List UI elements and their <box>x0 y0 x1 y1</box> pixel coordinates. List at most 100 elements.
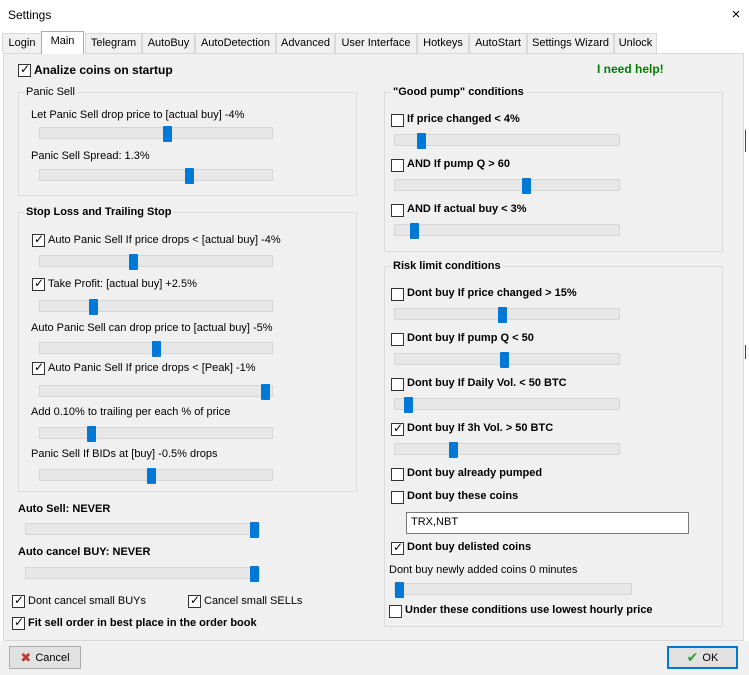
tab-main[interactable]: Main <box>41 31 84 54</box>
take-profit-checkbox[interactable]: ✓ <box>32 276 45 291</box>
checkmark-icon: ✓ <box>14 615 25 629</box>
gp-pump-q-slider[interactable] <box>394 178 620 194</box>
tab-telegram[interactable]: Telegram <box>85 33 142 53</box>
checkmark-icon: ✓ <box>393 421 404 435</box>
bids-slider[interactable] <box>39 468 273 484</box>
tab-hotkeys[interactable]: Hotkeys <box>417 33 469 53</box>
rl-3h-vol-slider[interactable] <box>394 442 620 458</box>
panic-spread-label: Panic Sell Spread: 1.3% <box>31 150 150 162</box>
auto-cancel-slider[interactable] <box>25 566 260 582</box>
title-bar: Settings × <box>0 0 749 31</box>
slider-thumb[interactable] <box>500 352 509 368</box>
slider-thumb[interactable] <box>410 223 419 239</box>
slider-thumb[interactable] <box>87 426 96 442</box>
slider-thumb[interactable] <box>498 307 507 323</box>
rl-3h-vol-label: Dont buy If 3h Vol. > 50 BTC <box>407 422 554 434</box>
rl-already-pumped-checkbox[interactable] <box>391 468 404 481</box>
rl-daily-vol-checkbox[interactable] <box>391 378 404 391</box>
gp-price-changed-label: If price changed < 4% <box>407 113 520 125</box>
rl-new-coins-slider[interactable] <box>394 582 632 598</box>
tab-autodetection[interactable]: AutoDetection <box>195 33 276 53</box>
peak-label: Auto Panic Sell If price drops < [Peak] … <box>48 362 256 374</box>
can-drop-slider[interactable] <box>39 341 273 357</box>
slider-thumb[interactable] <box>163 126 172 142</box>
auto-sell-label: Auto Sell: NEVER <box>18 503 111 515</box>
panic-drop-label: Let Panic Sell drop price to [actual buy… <box>31 109 245 121</box>
help-link[interactable]: I need help! <box>597 62 664 76</box>
gp-pump-q-checkbox[interactable] <box>391 159 404 172</box>
slider-thumb[interactable] <box>129 254 138 270</box>
gp-price-changed-slider[interactable] <box>394 133 620 149</box>
bids-label: Panic Sell If BIDs at [buy] -0.5% drops <box>31 448 218 460</box>
slider-thumb[interactable] <box>185 168 194 184</box>
tab-strip: Login Main Telegram AutoBuy AutoDetectio… <box>0 31 749 54</box>
auto-panic-slider[interactable] <box>39 254 273 270</box>
auto-sell-slider[interactable] <box>25 522 260 538</box>
rl-daily-vol-slider[interactable] <box>394 397 620 413</box>
ok-button-label: OK <box>702 651 719 664</box>
cancel-small-sells-checkbox[interactable]: ✓ <box>188 593 201 608</box>
rl-price-changed-slider[interactable] <box>394 307 620 323</box>
slider-thumb[interactable] <box>404 397 413 413</box>
rl-delisted-checkbox[interactable]: ✓ <box>391 540 404 555</box>
auto-panic-checkbox[interactable]: ✓ <box>32 232 45 247</box>
tab-advanced[interactable]: Advanced <box>276 33 335 53</box>
fit-sell-order-checkbox[interactable]: ✓ <box>12 615 25 630</box>
slider-thumb[interactable] <box>395 582 404 598</box>
panic-spread-slider[interactable] <box>39 168 273 184</box>
can-drop-label: Auto Panic Sell can drop price to [actua… <box>31 322 273 334</box>
checkmark-icon: ✓ <box>20 62 31 76</box>
tab-autobuy[interactable]: AutoBuy <box>142 33 195 53</box>
rl-pump-q-slider[interactable] <box>394 352 620 368</box>
close-icon[interactable]: × <box>727 6 745 24</box>
slider-thumb[interactable] <box>89 299 98 315</box>
cancel-icon: ✖ <box>20 649 32 665</box>
button-bar <box>0 641 749 675</box>
rl-price-changed-checkbox[interactable] <box>391 288 404 301</box>
rl-3h-vol-checkbox[interactable]: ✓ <box>391 421 404 436</box>
blocked-coins-input[interactable]: TRX,NBT <box>406 512 689 534</box>
panic-drop-slider[interactable] <box>39 126 273 142</box>
trailing-slider[interactable] <box>39 426 273 442</box>
tab-unlock[interactable]: Unlock <box>614 33 657 53</box>
checkmark-icon: ✔ <box>686 649 699 665</box>
peak-checkbox[interactable]: ✓ <box>32 360 45 375</box>
ok-button[interactable]: ✔ OK <box>667 646 738 669</box>
checkmark-icon: ✓ <box>14 593 25 607</box>
tab-user-interface[interactable]: User Interface <box>335 33 417 53</box>
auto-panic-label: Auto Panic Sell If price drops < [actual… <box>48 234 281 246</box>
slider-thumb[interactable] <box>449 442 458 458</box>
dont-cancel-small-buys-checkbox[interactable]: ✓ <box>12 593 25 608</box>
rl-price-changed-label: Dont buy If price changed > 15% <box>407 287 577 299</box>
dont-cancel-small-buys-label: Dont cancel small BUYs <box>28 595 146 607</box>
slider-thumb[interactable] <box>250 522 259 538</box>
background-marker <box>745 130 746 152</box>
peak-slider[interactable] <box>39 384 273 400</box>
rl-lowest-hourly-checkbox[interactable] <box>389 605 402 618</box>
tab-settings-wizard[interactable]: Settings Wizard <box>527 33 614 53</box>
take-profit-label: Take Profit: [actual buy] +2.5% <box>48 278 197 290</box>
slider-thumb[interactable] <box>250 566 259 582</box>
take-profit-slider[interactable] <box>39 299 273 315</box>
gp-price-changed-checkbox[interactable] <box>391 114 404 127</box>
rl-pump-q-checkbox[interactable] <box>391 333 404 346</box>
gp-actual-buy-checkbox[interactable] <box>391 204 404 217</box>
analyze-startup-checkbox[interactable]: ✓ <box>18 62 31 77</box>
slider-thumb[interactable] <box>417 133 426 149</box>
tab-autostart[interactable]: AutoStart <box>469 33 527 53</box>
cancel-button[interactable]: ✖ Cancel <box>9 646 81 669</box>
checkmark-icon: ✓ <box>190 593 201 607</box>
rl-lowest-hourly-label: Under these conditions use lowest hourly… <box>405 604 653 616</box>
panic-sell-title: Panic Sell <box>24 86 77 98</box>
gp-actual-buy-slider[interactable] <box>394 223 620 239</box>
slider-thumb[interactable] <box>147 468 156 484</box>
rl-these-coins-checkbox[interactable] <box>391 491 404 504</box>
window-title: Settings <box>8 8 52 22</box>
slider-thumb[interactable] <box>522 178 531 194</box>
checkmark-icon: ✓ <box>34 232 45 246</box>
checkmark-icon: ✓ <box>34 276 45 290</box>
tab-login[interactable]: Login <box>2 33 42 53</box>
rl-pump-q-label: Dont buy If pump Q < 50 <box>407 332 534 344</box>
slider-thumb[interactable] <box>261 384 270 400</box>
slider-thumb[interactable] <box>152 341 161 357</box>
